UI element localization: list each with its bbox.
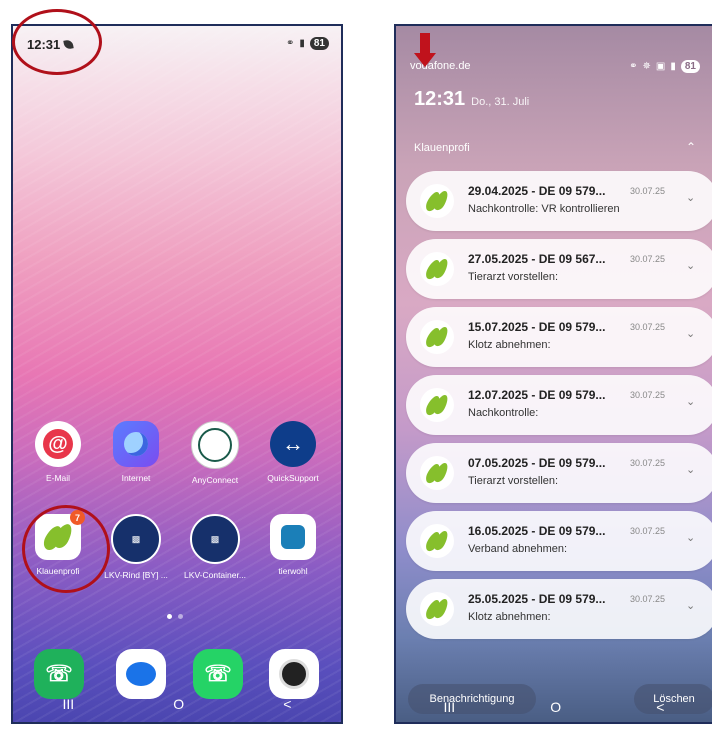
- quicksupport-icon: ↔: [270, 421, 316, 467]
- notification-shade: vodafone.de ⚭ ✵ ▣ ▮ 81 12:31 Do., 31. Jul…: [394, 24, 712, 724]
- notification-time: 30.07.25: [630, 254, 666, 264]
- navigation-bar: III O <: [396, 692, 712, 722]
- signal-icon: ▮: [299, 38, 305, 49]
- notification-body: Klotz abnehmen:: [468, 611, 551, 623]
- phone-icon: ☏: [45, 661, 73, 686]
- app-label: E-Mail: [45, 473, 71, 483]
- app-label: LKV-Container...: [184, 570, 246, 580]
- app-email[interactable]: @ E-Mail: [22, 421, 94, 483]
- home-screen: 12:31 ⚭ ▮ 81 @ E-Mail Internet AnyConnec…: [11, 24, 343, 724]
- expand-chevron-icon[interactable]: ⌄: [686, 531, 695, 544]
- notification-title: 15.07.2025 - DE 09 579...: [468, 320, 606, 334]
- email-icon: @: [35, 421, 81, 467]
- notification-body: Verband abnehmen:: [468, 543, 568, 555]
- notification-body: Tierarzt vorstellen:: [468, 475, 559, 487]
- notification-body: Tierarzt vorstellen:: [468, 271, 559, 283]
- notification-group-title: Klauenprofi: [414, 142, 470, 154]
- expand-chevron-icon[interactable]: ⌄: [686, 327, 695, 340]
- notification-time: 30.07.25: [630, 594, 666, 604]
- bluetooth-icon: ✵: [642, 61, 651, 72]
- notification-time: 30.07.25: [630, 390, 666, 400]
- app-label: QuickSupport: [267, 473, 319, 483]
- battery-icon: 81: [309, 37, 329, 50]
- recents-button[interactable]: III: [63, 696, 75, 712]
- battery-icon: 81: [680, 60, 700, 73]
- home-button[interactable]: O: [550, 699, 561, 715]
- app-label: Internet: [121, 473, 151, 483]
- expand-chevron-icon[interactable]: ⌄: [686, 463, 695, 476]
- messages-icon: [126, 662, 156, 686]
- app-lkv-rind[interactable]: ▩ LKV-Rind [BY] ...: [100, 514, 172, 580]
- notification-card[interactable]: 07.05.2025 - DE 09 579... 30.07.25 Tiera…: [406, 443, 712, 503]
- anyconnect-icon: [191, 421, 239, 469]
- nfc-icon: ▣: [655, 61, 666, 72]
- notification-card[interactable]: 12.07.2025 - DE 09 579... 30.07.25 Nachk…: [406, 375, 712, 435]
- vpn-key-icon: ⚭: [285, 38, 295, 49]
- notification-title: 27.05.2025 - DE 09 567...: [468, 252, 606, 266]
- app-label: AnyConnect: [191, 475, 239, 485]
- notification-title: 12.07.2025 - DE 09 579...: [468, 388, 606, 402]
- klauenprofi-leaf-icon: [420, 592, 454, 626]
- notification-time: 30.07.25: [630, 526, 666, 536]
- annotation-circle-app: [22, 505, 110, 593]
- app-internet[interactable]: Internet: [100, 421, 172, 483]
- app-label: tierwohl: [278, 566, 308, 576]
- app-label: LKV-Rind [BY] ...: [104, 570, 168, 580]
- notification-card[interactable]: 27.05.2025 - DE 09 567... 30.07.25 Tiera…: [406, 239, 712, 299]
- status-icons: ⚭ ▮ 81: [286, 37, 329, 50]
- notification-time: 30.07.25: [630, 458, 666, 468]
- klauenprofi-leaf-icon: [420, 320, 454, 354]
- notification-card[interactable]: 29.04.2025 - DE 09 579... 30.07.25 Nachk…: [406, 171, 712, 231]
- klauenprofi-leaf-icon: [420, 252, 454, 286]
- collapse-chevron-icon[interactable]: ⌃: [686, 140, 696, 154]
- klauenprofi-leaf-icon: [420, 184, 454, 218]
- app-quicksupport[interactable]: ↔ QuickSupport: [257, 421, 329, 483]
- klauenprofi-leaf-icon: [420, 456, 454, 490]
- notification-title: 07.05.2025 - DE 09 579...: [468, 456, 606, 470]
- klauenprofi-leaf-icon: [420, 388, 454, 422]
- back-button[interactable]: <: [656, 699, 664, 715]
- expand-chevron-icon[interactable]: ⌄: [686, 191, 695, 204]
- status-icons: ⚭ ✵ ▣ ▮ 81: [629, 60, 700, 73]
- home-button[interactable]: O: [173, 696, 184, 712]
- app-anyconnect[interactable]: AnyConnect: [179, 421, 251, 485]
- whatsapp-icon: ☏: [204, 661, 232, 686]
- lkv-cow-icon: ▩: [111, 514, 161, 564]
- navigation-bar: III O <: [13, 686, 341, 722]
- tierwohl-icon: [270, 514, 316, 560]
- lkv-container-icon: ▩: [190, 514, 240, 564]
- notification-time: 30.07.25: [630, 322, 666, 332]
- notification-title: 25.05.2025 - DE 09 579...: [468, 592, 606, 606]
- klauenprofi-leaf-icon: [420, 524, 454, 558]
- camera-icon: [279, 659, 309, 689]
- annotation-circle-status: [12, 9, 102, 75]
- notification-title: 16.05.2025 - DE 09 579...: [468, 524, 606, 538]
- expand-chevron-icon[interactable]: ⌄: [686, 259, 695, 272]
- notification-body: Nachkontrolle:: [468, 407, 539, 419]
- notification-title: 29.04.2025 - DE 09 579...: [468, 184, 606, 198]
- shade-clock: 12:31 Do., 31. Juli: [414, 88, 529, 111]
- page-indicator: [167, 614, 183, 619]
- back-button[interactable]: <: [283, 696, 291, 712]
- notification-time: 30.07.25: [630, 186, 666, 196]
- clock-date: Do., 31. Juli: [471, 96, 530, 108]
- vpn-key-icon: ⚭: [629, 61, 638, 72]
- recents-button[interactable]: III: [444, 699, 456, 715]
- expand-chevron-icon[interactable]: ⌄: [686, 599, 695, 612]
- expand-chevron-icon[interactable]: ⌄: [686, 395, 695, 408]
- clock-time: 12:31: [414, 88, 466, 110]
- app-lkv-container[interactable]: ▩ LKV-Container...: [179, 514, 251, 580]
- notification-card[interactable]: 25.05.2025 - DE 09 579... 30.07.25 Klotz…: [406, 579, 712, 639]
- notification-card[interactable]: 16.05.2025 - DE 09 579... 30.07.25 Verba…: [406, 511, 712, 571]
- notification-body: Klotz abnehmen:: [468, 339, 551, 351]
- app-tierwohl[interactable]: tierwohl: [257, 514, 329, 576]
- signal-icon: ▮: [670, 61, 676, 72]
- notification-card[interactable]: 15.07.2025 - DE 09 579... 30.07.25 Klotz…: [406, 307, 712, 367]
- notification-body: Nachkontrolle: VR kontrollieren: [468, 203, 620, 215]
- internet-browser-icon: [113, 421, 159, 467]
